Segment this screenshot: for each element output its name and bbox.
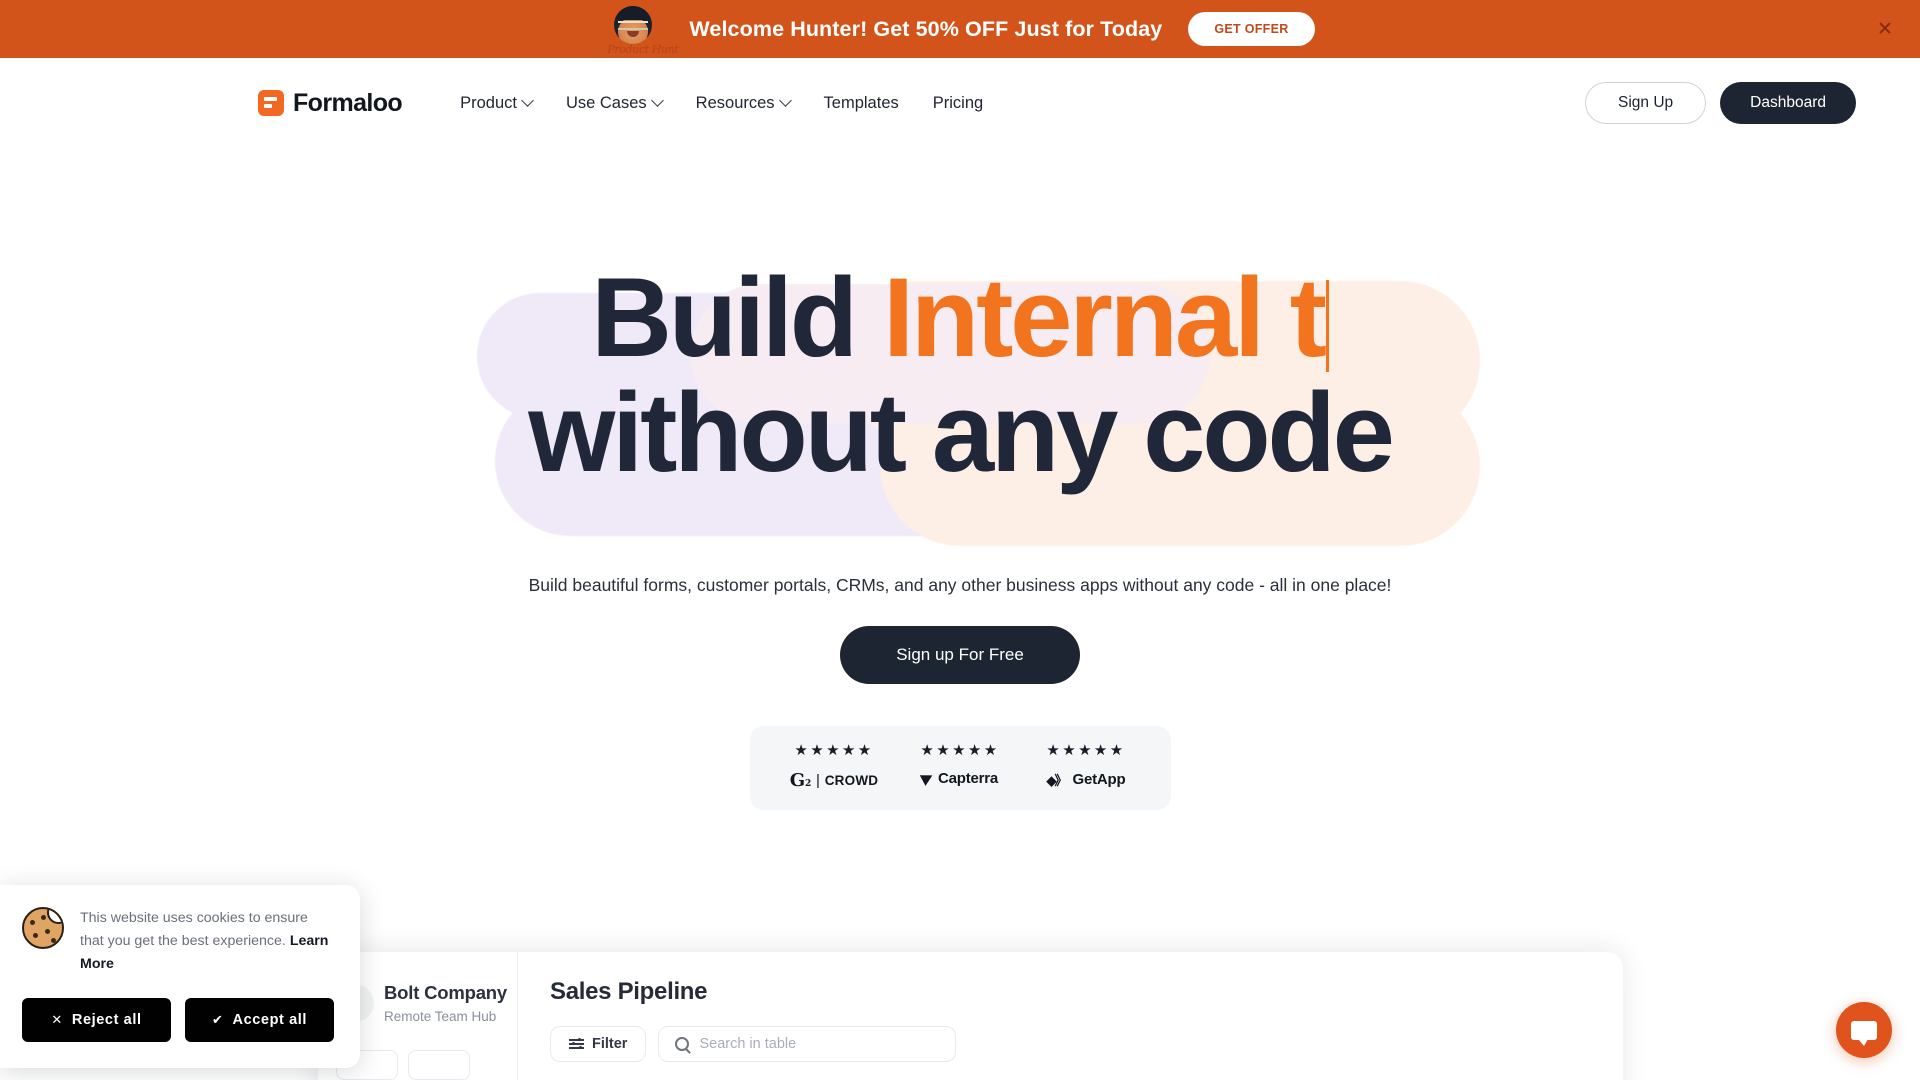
- close-icon[interactable]: ✕: [1872, 16, 1898, 42]
- nav-item-product[interactable]: Product: [460, 93, 534, 113]
- chat-bubble-icon: [1851, 1020, 1877, 1046]
- sign-up-button[interactable]: Sign Up: [1585, 82, 1707, 124]
- sidebar-pill[interactable]: [408, 1050, 470, 1080]
- rating-stars: ★★★★★: [1046, 740, 1126, 759]
- get-offer-button[interactable]: GET OFFER: [1188, 12, 1315, 46]
- cookie-message-text: This website uses cookies to ensure that…: [80, 910, 308, 949]
- chevron-down-icon: [778, 93, 792, 107]
- check-icon: ✔: [212, 1012, 224, 1028]
- promo-avatar-icon: Product Hunt: [605, 3, 679, 56]
- nav-item-templates[interactable]: Templates: [824, 94, 899, 113]
- cookie-message: This website uses cookies to ensure that…: [80, 907, 334, 976]
- review-badge-getapp[interactable]: ★★★★★ ◆》 GetApp: [1024, 740, 1149, 791]
- company-subtitle: Remote Team Hub: [384, 1009, 497, 1024]
- filter-label: Filter: [592, 1036, 628, 1052]
- getapp-logo-icon: ◆》 GetApp: [1024, 770, 1149, 789]
- search-icon: [675, 1037, 690, 1051]
- hero-title-animated: Internal t: [882, 255, 1327, 380]
- reject-all-button[interactable]: ✕ Reject all: [22, 998, 171, 1042]
- promo-avatar-signature: Product Hunt: [607, 43, 679, 56]
- promo-message: Welcome Hunter! Get 50% OFF Just for Tod…: [689, 16, 1163, 41]
- app-preview-main: Sales Pipeline Filter Search in table: [518, 952, 1623, 1080]
- accept-all-button[interactable]: ✔ Accept all: [185, 998, 334, 1042]
- typing-caret-icon: [1325, 280, 1329, 372]
- getapp-glyph: ◆》: [1046, 772, 1068, 788]
- page-title: Build Internal t without any code: [0, 260, 1920, 491]
- review-badge-g2crowd[interactable]: ★★★★★ G2 | CROWD: [772, 740, 897, 791]
- g2-glyph: G2: [789, 769, 812, 791]
- cookie-consent-banner: This website uses cookies to ensure that…: [0, 885, 360, 1068]
- review-badge-capterra[interactable]: ★★★★★ Capterra: [898, 740, 1023, 791]
- review-badges: ★★★★★ G2 | CROWD ★★★★★ Capterra ★★★★★ ◆》: [749, 725, 1171, 810]
- company-name: Bolt Company: [384, 982, 507, 1003]
- nav-item-pricing[interactable]: Pricing: [933, 94, 983, 113]
- nav-item-pricing-label: Pricing: [932, 93, 984, 112]
- nav-item-product-label: Product: [460, 93, 517, 112]
- board-title: Sales Pipeline: [550, 978, 708, 1005]
- formaloo-logo-icon: [258, 90, 284, 116]
- dashboard-button[interactable]: Dashboard: [1720, 82, 1856, 124]
- hero-subtitle: Build beautiful forms, customer portals,…: [528, 574, 1392, 595]
- cookie-icon: [22, 907, 64, 949]
- nav-item-resources[interactable]: Resources: [695, 93, 792, 113]
- filter-button[interactable]: Filter: [550, 1026, 647, 1062]
- main-navbar: Formaloo Product Use Cases Resources Tem…: [0, 58, 1920, 148]
- chat-widget-button[interactable]: [1836, 1002, 1892, 1058]
- page-root: Product Hunt Welcome Hunter! Get 50% OFF…: [0, 0, 1920, 1080]
- brand-name: Formaloo: [293, 88, 403, 117]
- reject-all-label: Reject all: [71, 1012, 142, 1028]
- sidebar-pills: [336, 1050, 517, 1080]
- nav-item-templates-label: Templates: [823, 93, 899, 112]
- nav-item-resources-label: Resources: [695, 93, 775, 112]
- search-placeholder: Search in table: [699, 1036, 797, 1052]
- hero-section: Build Internal t without any code Build …: [0, 148, 1920, 810]
- promo-banner: Product Hunt Welcome Hunter! Get 50% OFF…: [0, 0, 1920, 58]
- rating-stars: ★★★★★: [794, 740, 874, 759]
- chevron-down-icon: [650, 93, 664, 107]
- capterra-logo-icon: Capterra: [898, 770, 1023, 787]
- hero-title-static: Build: [591, 255, 883, 380]
- rating-stars: ★★★★★: [920, 740, 1000, 759]
- board-toolbar: Filter Search in table: [550, 1026, 1595, 1062]
- sign-up-for-free-button[interactable]: Sign up For Free: [840, 625, 1080, 684]
- nav-actions: Sign Up Dashboard: [1585, 82, 1856, 124]
- divider: |: [816, 771, 820, 789]
- getapp-label: GetApp: [1072, 770, 1126, 788]
- close-icon: ✕: [51, 1012, 63, 1028]
- brand-logo[interactable]: Formaloo: [258, 88, 403, 118]
- app-preview-card: Bolt Company Remote Team Hub Sales Pipel…: [318, 952, 1623, 1080]
- capterra-glyph: [919, 770, 936, 787]
- capterra-label: Capterra: [937, 769, 999, 787]
- accept-all-label: Accept all: [232, 1012, 307, 1028]
- hero-title-line2: without any code: [528, 370, 1395, 496]
- nav-links: Product Use Cases Resources Templates Pr…: [460, 94, 983, 113]
- filter-icon: [569, 1037, 584, 1050]
- g2crowd-label: CROWD: [824, 772, 879, 788]
- search-input[interactable]: Search in table: [658, 1026, 957, 1062]
- nav-item-use-cases[interactable]: Use Cases: [565, 93, 664, 113]
- nav-item-use-cases-label: Use Cases: [565, 93, 647, 112]
- chevron-down-icon: [521, 93, 534, 107]
- g2crowd-logo-icon: G2 | CROWD: [772, 770, 897, 791]
